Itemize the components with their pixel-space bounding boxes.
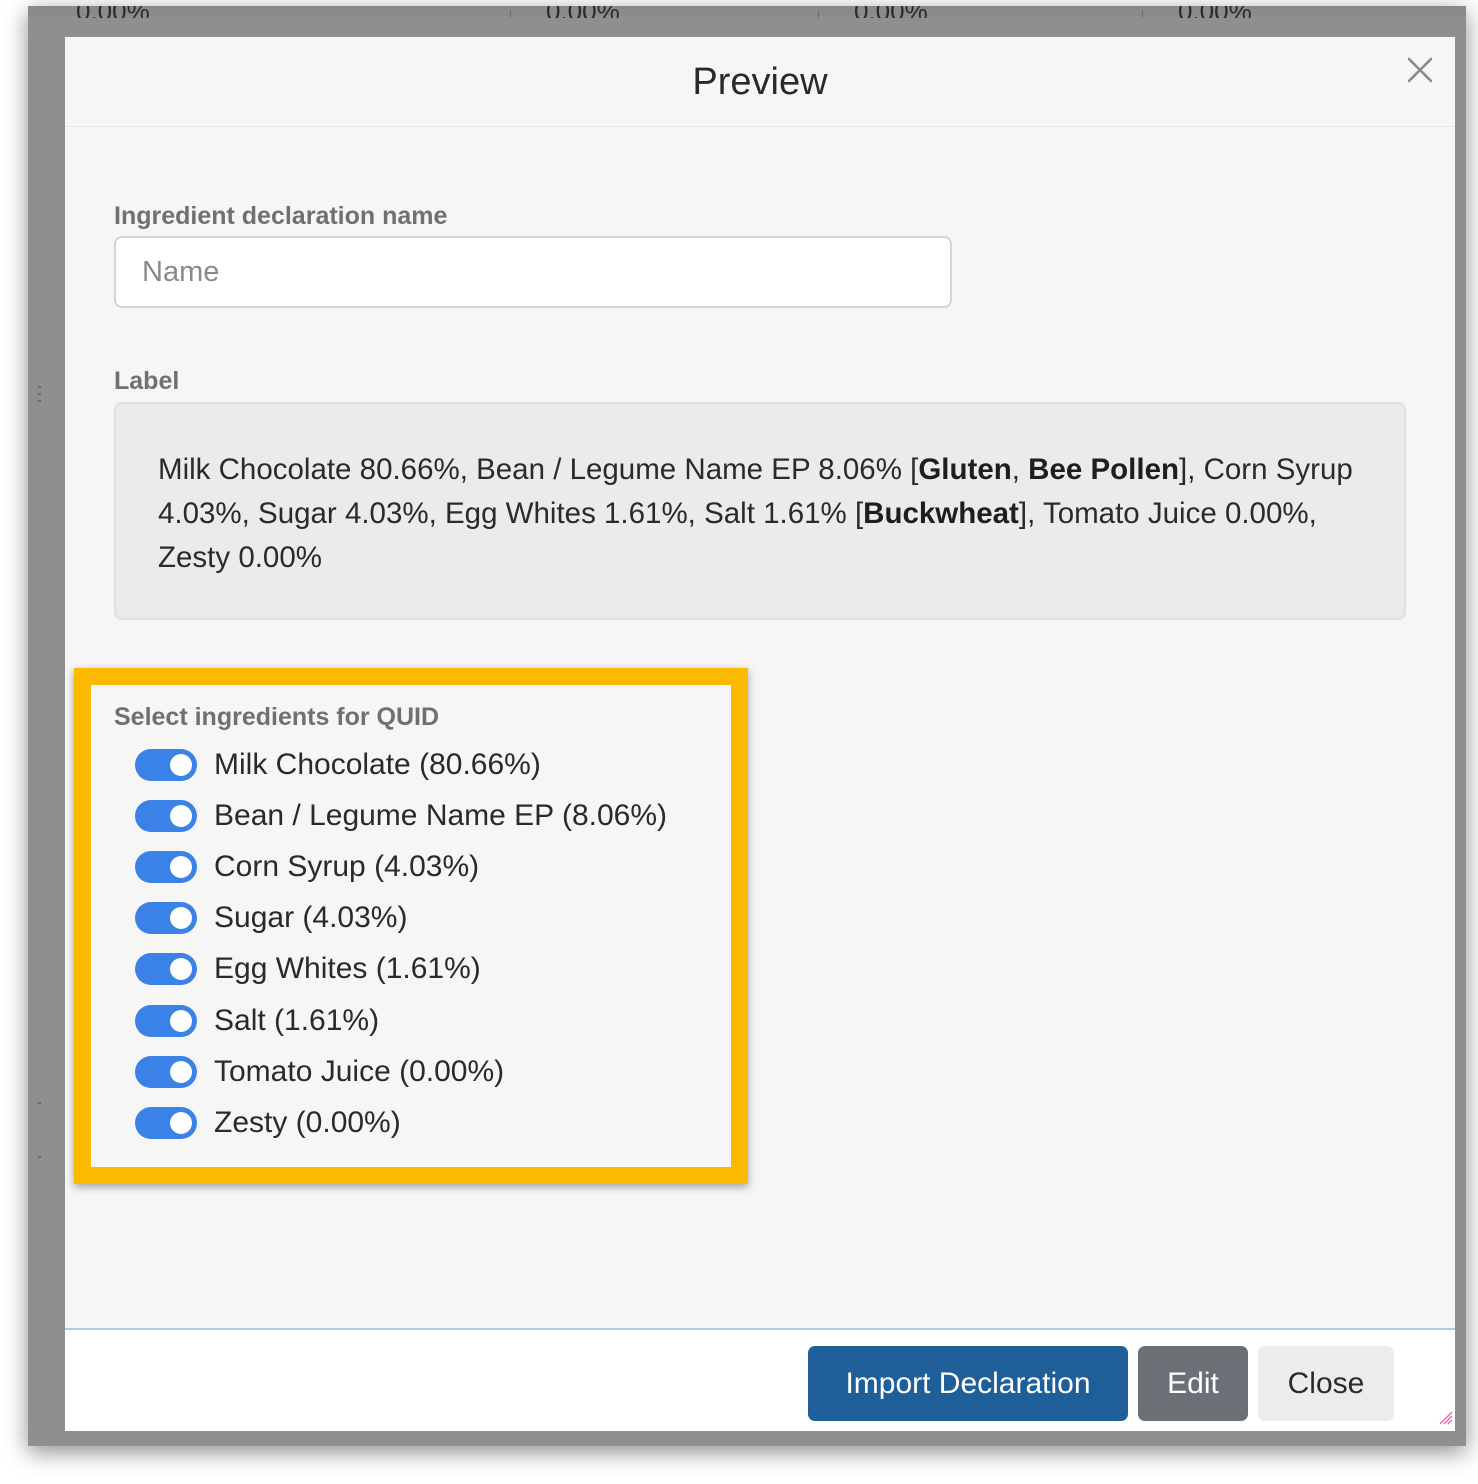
declaration-name-input[interactable] <box>114 236 952 308</box>
label-text: Milk Chocolate 80.66%, Bean / Legume Nam… <box>158 453 919 486</box>
background-divider <box>1142 10 1143 18</box>
close-icon[interactable] <box>1405 55 1435 85</box>
modal-title: Preview <box>692 61 828 103</box>
modal-footer: Import Declaration Edit Close <box>65 1328 1455 1431</box>
quid-item-label: Tomato Juice (0.00%) <box>214 1054 505 1088</box>
background-divider <box>818 10 819 18</box>
background-value: 0.00% <box>1178 6 1252 18</box>
quid-toggle-switch[interactable] <box>135 748 197 781</box>
edit-button[interactable]: Edit <box>1138 1346 1248 1421</box>
modal-header: Preview <box>65 37 1455 127</box>
resize-grip-icon[interactable] <box>1437 1409 1453 1425</box>
quid-item-label: Zesty (0.00%) <box>214 1105 401 1139</box>
background-value: 0.00% <box>76 6 150 18</box>
quid-item-label: Sugar (4.03%) <box>214 901 408 935</box>
quid-item-label: Salt (1.61%) <box>214 1003 380 1037</box>
quid-toggle-switch[interactable] <box>135 1106 197 1139</box>
allergen-bold: Bee Pollen <box>1028 453 1179 486</box>
quid-item: Bean / Legume Name EP (8.06%) <box>135 790 667 841</box>
quid-item: Salt (1.61%) <box>135 995 667 1046</box>
quid-toggle-switch[interactable] <box>135 953 197 986</box>
background-value: 0.00% <box>854 6 928 18</box>
background-table-row: 0.00% 0.00% 0.00% 0.00% <box>28 6 1466 18</box>
quid-toggle-switch[interactable] <box>135 1055 197 1088</box>
quid-item: Zesty (0.00%) <box>135 1097 667 1148</box>
label-text: , <box>1011 453 1029 486</box>
quid-item: Egg Whites (1.61%) <box>135 944 667 995</box>
quid-toggle-switch[interactable] <box>135 1004 197 1037</box>
quid-section-title: Select ingredients for QUID <box>114 703 440 731</box>
allergen-bold: Buckwheat <box>863 497 1019 530</box>
allergen-bold: Gluten <box>918 453 1012 486</box>
close-button[interactable]: Close <box>1258 1346 1394 1421</box>
label-heading: Label <box>114 367 180 395</box>
quid-item: Tomato Juice (0.00%) <box>135 1046 667 1097</box>
quid-toggle-switch[interactable] <box>135 850 197 883</box>
quid-item-label: Bean / Legume Name EP (8.06%) <box>214 798 668 832</box>
quid-toggle-switch[interactable] <box>135 902 197 935</box>
quid-item-label: Milk Chocolate (80.66%) <box>214 747 541 781</box>
background-value: 0.00% <box>546 6 620 18</box>
quid-toggle-switch[interactable] <box>135 799 197 832</box>
screenshot-frame: 0.00% 0.00% 0.00% 0.00% Preview Ingredie… <box>28 6 1466 1446</box>
preview-modal: Preview Ingredient declaration name Labe… <box>65 37 1455 1431</box>
quid-toggle-list: Milk Chocolate (80.66%) Bean / Legume Na… <box>135 739 667 1149</box>
import-declaration-button[interactable]: Import Declaration <box>808 1346 1128 1421</box>
declaration-name-label: Ingredient declaration name <box>114 202 448 230</box>
quid-item: Milk Chocolate (80.66%) <box>135 739 667 790</box>
quid-item-label: Egg Whites (1.61%) <box>214 952 481 986</box>
quid-item: Sugar (4.03%) <box>135 893 667 944</box>
label-preview-box: Milk Chocolate 80.66%, Bean / Legume Nam… <box>114 402 1406 620</box>
quid-item: Corn Syrup (4.03%) <box>135 841 667 892</box>
background-divider <box>510 10 511 18</box>
quid-item-label: Corn Syrup (4.03%) <box>214 849 480 883</box>
